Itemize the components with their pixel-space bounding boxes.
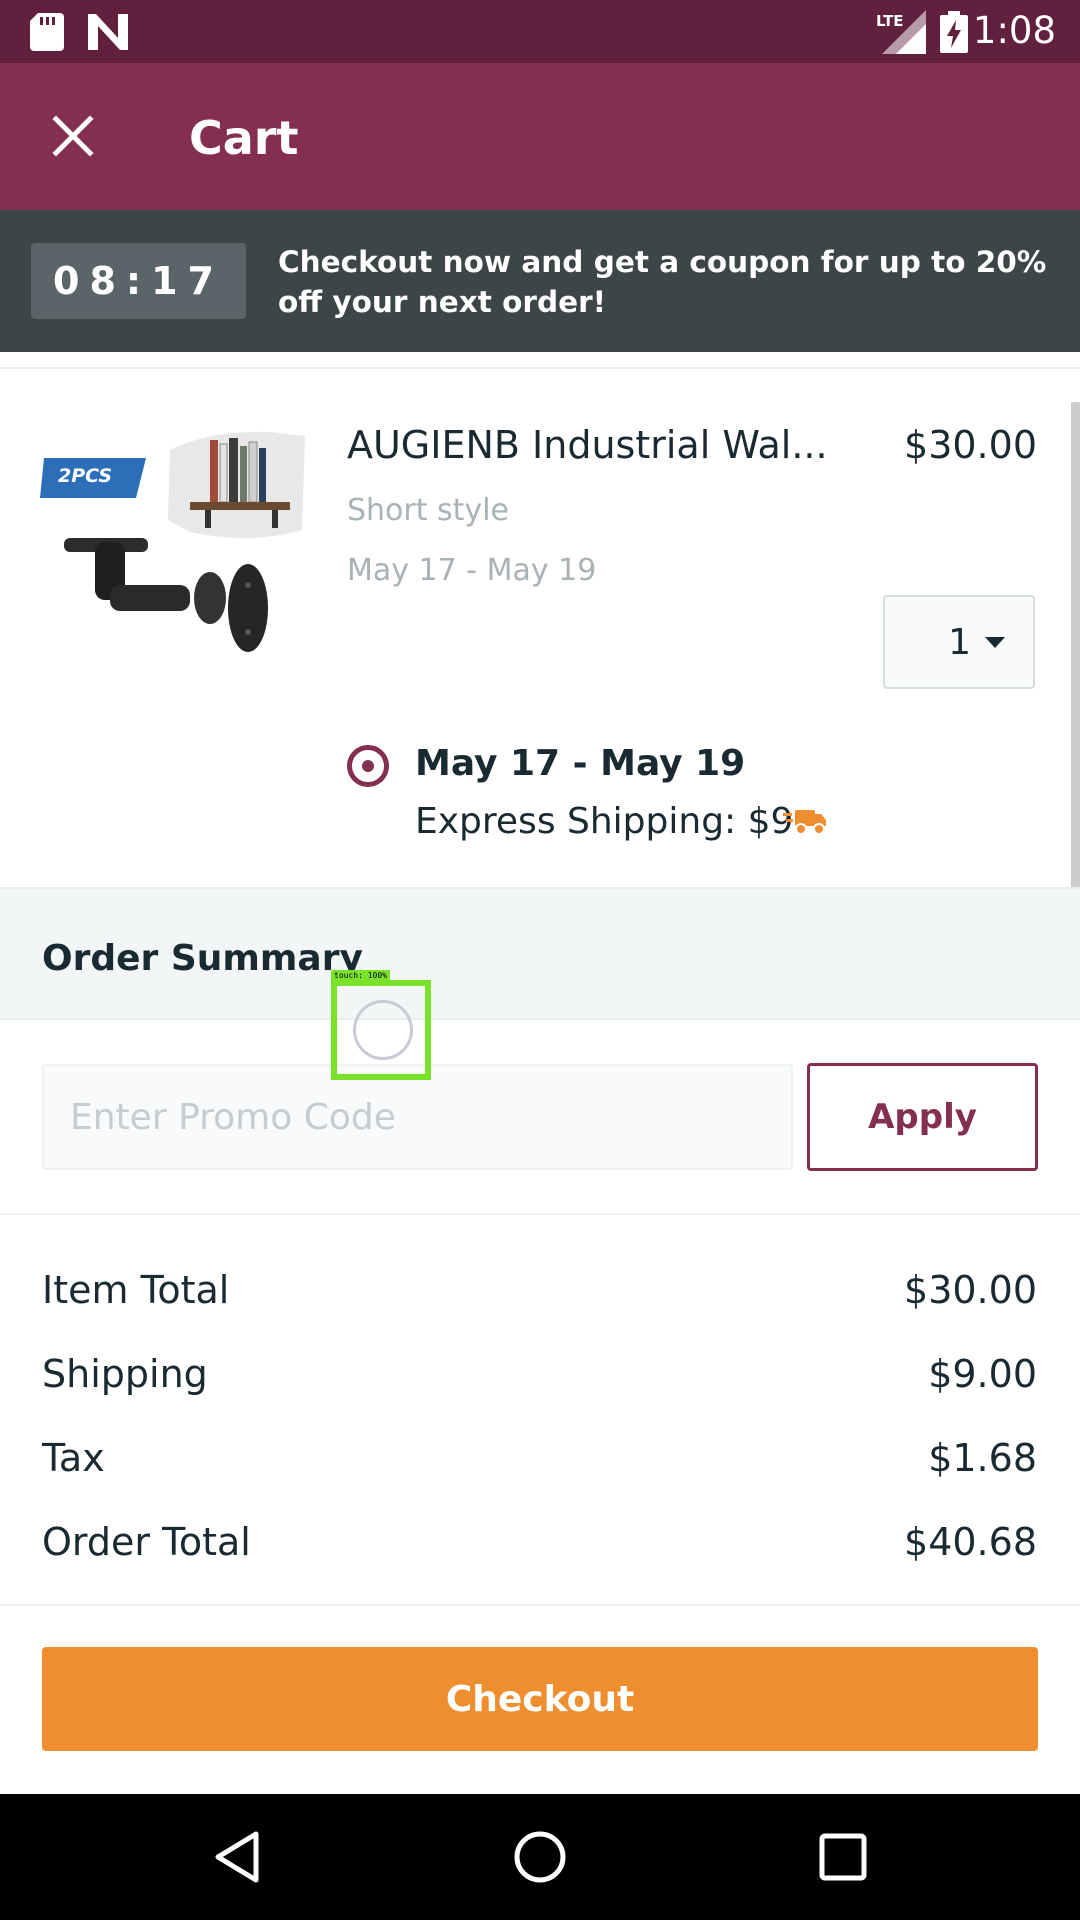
divider [0,1604,1080,1606]
countdown-timer: 08:17 [31,243,246,319]
svg-text:2PCS: 2PCS [58,465,112,487]
product-price: $30.00 [904,423,1037,467]
home-icon [514,1831,566,1883]
divider [0,1213,1080,1215]
tax-label: Tax [42,1436,105,1480]
delivery-truck-icon [783,808,827,840]
page-title: Cart [189,111,299,165]
n-app-icon [88,0,128,63]
back-button[interactable] [204,1824,270,1890]
touch-indicator-circle [353,1000,413,1060]
home-button[interactable] [507,1824,573,1890]
order-summary-title: Order Summary [42,938,363,979]
back-icon [215,1831,259,1883]
divider [0,367,1080,369]
battery-charging-icon [940,0,968,63]
checkout-button[interactable]: Checkout [42,1647,1038,1751]
shipping-value: $9.00 [928,1352,1037,1396]
sd-card-icon [30,0,64,63]
item-total-value: $30.00 [904,1268,1037,1312]
item-total-label: Item Total [42,1268,230,1312]
delivery-window: May 17 - May 19 [347,553,597,588]
shipping-option-radio[interactable] [347,745,389,787]
lte-signal-icon: LTE [874,0,926,63]
apply-promo-button[interactable]: Apply [807,1063,1038,1171]
promo-banner-text: Checkout now and get a coupon for up to … [278,245,1047,319]
app-bar [0,63,1080,210]
svg-text:LTE: LTE [876,12,904,30]
status-time: 1:08 [972,9,1056,52]
order-total-value: $40.68 [904,1520,1037,1564]
shipping-option-label: Express Shipping: $9 [415,801,794,842]
recents-icon [819,1833,867,1881]
quantity-dropdown[interactable]: 1 [883,595,1035,689]
shipping-date: May 17 - May 19 [415,743,746,784]
chevron-down-icon [985,636,1005,648]
radio-selected-dot [362,760,374,772]
recents-button[interactable] [810,1824,876,1890]
shipping-label: Shipping [42,1352,208,1396]
product-name[interactable]: AUGIENB Industrial Wal... [347,420,847,470]
product-image[interactable]: 2PCS [40,420,310,660]
tax-value: $1.68 [928,1436,1037,1480]
order-total-label: Order Total [42,1520,251,1564]
product-variant: Short style [347,493,509,528]
close-icon [52,115,94,157]
close-button[interactable] [40,103,106,169]
quantity-value: 1 [948,621,971,663]
